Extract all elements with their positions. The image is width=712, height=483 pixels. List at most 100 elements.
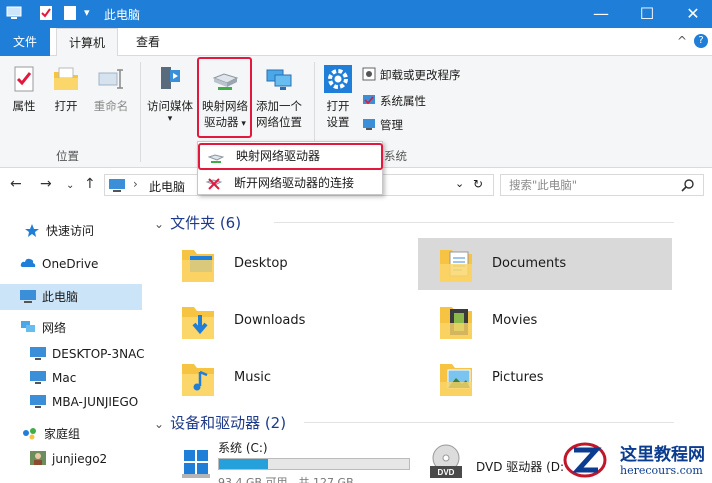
tab-view[interactable]: 查看 <box>124 28 172 56</box>
nav-label: DESKTOP-3NAC <box>52 347 144 361</box>
folder-name: Pictures <box>492 370 544 385</box>
open-settings-label-line2: 设置 <box>326 115 350 129</box>
folder-pictures-icon <box>440 364 472 396</box>
ribbon-tabs: 文件 计算机 查看 ^ ? <box>0 28 712 57</box>
system-properties-label: 系统属性 <box>380 94 426 108</box>
drives-section-title: 设备和驱动器 (2) <box>170 414 287 432</box>
ribbon-separator <box>140 62 141 162</box>
nav-label: junjiego2 <box>52 452 108 466</box>
address-dropdown-icon[interactable]: ⌄ <box>455 177 464 190</box>
nav-item-mac-host[interactable]: Mac <box>0 365 144 391</box>
add-network-location-button[interactable]: 添加一个 网络位置 <box>252 64 306 130</box>
open-button[interactable]: 打开 <box>48 64 84 114</box>
folder-name: Downloads <box>234 313 306 328</box>
network-drive-icon <box>208 154 224 163</box>
menu-item-disconnect-network-drive[interactable]: 断开网络驱动器的连接 <box>198 170 382 196</box>
uninstall-icon <box>362 67 376 81</box>
breadcrumb-this-pc[interactable]: 此电脑 <box>149 178 185 195</box>
nav-label: OneDrive <box>42 257 99 271</box>
recent-locations-icon[interactable]: ⌄ <box>66 180 74 191</box>
computer-icon <box>20 290 36 303</box>
title-bar: ▾ 此电脑 — ☐ ✕ <box>0 0 712 28</box>
nav-item-homegroup[interactable]: 家庭组 <box>0 421 144 447</box>
manage-icon <box>363 119 375 130</box>
access-media-button[interactable]: 访问媒体 ▾ <box>144 64 196 124</box>
quick-access-dropdown-icon[interactable]: ▾ <box>84 6 90 19</box>
up-arrow-icon[interactable]: ↑ <box>84 176 96 192</box>
folder-tile[interactable]: Documents <box>418 238 672 290</box>
folder-movies-icon <box>440 307 472 339</box>
map-drive-highlight-box <box>197 57 252 138</box>
monitor-icon <box>30 395 46 408</box>
minimize-button[interactable]: — <box>578 0 624 28</box>
homegroup-icon <box>23 428 36 440</box>
location-group-label: 位置 <box>56 149 79 163</box>
help-icon[interactable]: ? <box>694 34 708 48</box>
tab-computer[interactable]: 计算机 <box>56 28 118 57</box>
open-settings-button[interactable]: 打开 设置 <box>320 64 356 130</box>
folder-tile[interactable]: Desktop <box>160 238 414 290</box>
tab-file[interactable]: 文件 <box>0 28 50 56</box>
network-location-icon <box>266 69 292 90</box>
breadcrumb-separator-icon[interactable]: › <box>133 177 138 191</box>
folder-desktop-icon <box>182 250 214 282</box>
folder-tile[interactable]: Downloads <box>160 295 414 347</box>
collapse-ribbon-icon[interactable]: ^ <box>677 34 687 48</box>
menu-item-map-network-drive-label: 映射网络驱动器 <box>236 149 321 163</box>
new-folder-icon[interactable] <box>62 5 78 21</box>
add-location-label-line1: 添加一个 <box>256 99 302 113</box>
folder-tile[interactable]: Pictures <box>418 352 672 404</box>
forward-arrow-icon[interactable]: → <box>40 176 52 192</box>
menu-item-map-network-drive[interactable]: 映射网络驱动器 <box>198 143 383 170</box>
refresh-icon[interactable]: ↻ <box>473 177 483 191</box>
manage-label: 管理 <box>380 118 403 132</box>
gear-icon <box>324 65 352 93</box>
folder-tile[interactable]: Movies <box>418 295 672 347</box>
nav-item-mba-host[interactable]: MBA-JUNJIEGO <box>0 389 144 415</box>
network-icon <box>21 321 35 332</box>
properties-icon[interactable] <box>38 5 54 21</box>
computer-icon[interactable] <box>6 5 22 21</box>
uninstall-program-button[interactable]: 卸载或更改程序 <box>362 66 461 86</box>
uninstall-label: 卸载或更改程序 <box>380 68 461 82</box>
nav-item-this-pc[interactable]: 此电脑 <box>0 284 142 310</box>
cloud-icon <box>20 258 36 267</box>
folder-tile[interactable]: Music <box>160 352 414 404</box>
system-properties-button[interactable]: 系统属性 <box>362 92 426 112</box>
nav-item-user[interactable]: junjiego2 <box>0 446 144 472</box>
manage-button[interactable]: 管理 <box>362 116 403 136</box>
folders-section-title: 文件夹 (6) <box>170 214 242 232</box>
section-divider <box>274 222 674 223</box>
pin-star-icon <box>25 224 39 237</box>
rename-button[interactable]: 重命名 <box>88 64 134 114</box>
access-media-dropdown-icon: ▾ <box>167 114 173 124</box>
drive-tile-c[interactable]: 系统 (C:) 93.4 GB 可用，共 127 GB <box>160 436 414 483</box>
search-input[interactable]: 搜索"此电脑" <box>500 174 704 196</box>
folder-name: Music <box>234 370 271 385</box>
drives-section-header[interactable]: ⌄ 设备和驱动器 (2) <box>154 412 674 433</box>
nav-item-onedrive[interactable]: OneDrive <box>0 251 144 277</box>
svg-text:DVD: DVD <box>438 468 455 477</box>
system-group-label: 系统 <box>384 149 407 163</box>
drive-name: 系统 (C:) <box>218 441 268 455</box>
back-arrow-icon[interactable]: ← <box>10 176 22 192</box>
folders-section-header[interactable]: ⌄ 文件夹 (6) <box>154 212 674 233</box>
nav-item-desktop-host[interactable]: DESKTOP-3NAC <box>0 341 144 367</box>
nav-label: Mac <box>52 371 77 385</box>
nav-item-quick-access[interactable]: 快速访问 <box>0 218 144 244</box>
folder-name: Movies <box>492 313 538 328</box>
properties-button[interactable]: 属性 <box>6 64 42 114</box>
rename-label: 重命名 <box>93 99 129 113</box>
nav-label: 家庭组 <box>44 427 81 441</box>
folder-documents-icon <box>440 250 472 282</box>
navigation-pane: 快速访问 OneDrive 此电脑 网络 DESKTOP-3NAC Mac MB… <box>0 202 144 483</box>
nav-item-network[interactable]: 网络 <box>0 315 144 341</box>
nav-label: 此电脑 <box>42 290 79 304</box>
drive-usage-bar <box>218 458 410 470</box>
maximize-button[interactable]: ☐ <box>624 0 670 28</box>
site-watermark: 这里教程网 herecours.com <box>562 436 712 483</box>
close-button[interactable]: ✕ <box>670 0 712 28</box>
site-logo-icon <box>563 442 607 478</box>
folder-music-icon <box>182 364 214 396</box>
nav-label: 快速访问 <box>46 224 95 238</box>
